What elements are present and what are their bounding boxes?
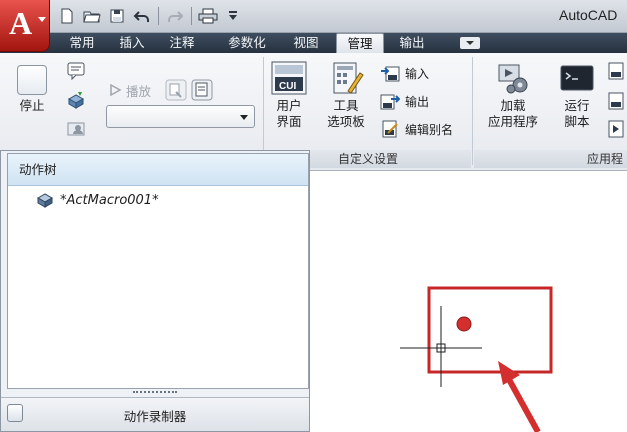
- cursor-crosshair-icon: [400, 306, 482, 387]
- svg-text:A: A: [9, 6, 32, 40]
- autocad-window: AutoCAD A 常用 插入 注释 参数化 视图 管理 输出 停止 播放 CU…: [0, 0, 627, 432]
- load-application-icon: [498, 64, 528, 94]
- tab-output[interactable]: 输出: [390, 33, 434, 53]
- highlight-box: [427, 286, 553, 374]
- app-title: AutoCAD: [559, 7, 618, 23]
- user-interface-button[interactable]: CUI 用户 界面: [268, 61, 310, 130]
- visual-lisp-button[interactable]: [607, 91, 625, 111]
- toolbar-separator: [191, 7, 192, 25]
- open-icon[interactable]: [81, 5, 103, 27]
- tab-manage[interactable]: 管理: [336, 33, 384, 53]
- new-icon[interactable]: [56, 5, 78, 27]
- edit-aliases-label: 编辑别名: [405, 122, 454, 137]
- edit-aliases-icon: [382, 120, 398, 138]
- tool-palettes-label-line1: 工具: [333, 98, 359, 113]
- action-recorder-palette: 动作树 *ActMacro001* 动作录制器: [0, 150, 310, 432]
- applications-panel-title[interactable]: 应用程: [474, 150, 627, 168]
- tab-home[interactable]: 常用: [60, 33, 104, 53]
- play-button[interactable]: 播放: [108, 79, 213, 101]
- run-vba-macro-icon: [608, 120, 624, 138]
- vba-manager-icon: [608, 62, 624, 80]
- run-script-label-line1: 运行: [564, 98, 590, 113]
- red-dot-marker: [456, 316, 472, 332]
- plot-icon[interactable]: [197, 5, 219, 27]
- panel-separator: [472, 57, 473, 165]
- qat-dropdown-icon[interactable]: [222, 5, 244, 27]
- request-input-button[interactable]: [66, 90, 86, 110]
- run-script-label-line2: 脚本: [564, 114, 590, 129]
- manage-macros-icon[interactable]: [191, 79, 213, 101]
- macro-icon: [36, 193, 54, 208]
- ribbon-minimize-toggle[interactable]: [460, 37, 480, 49]
- tab-parametric[interactable]: 参数化: [216, 33, 278, 53]
- edit-aliases-button[interactable]: 编辑别名: [380, 119, 453, 139]
- drawing-area[interactable]: [310, 171, 627, 432]
- tool-palettes-button[interactable]: 工具 选项板: [322, 61, 370, 130]
- user-interface-label-line1: 用户: [276, 98, 302, 113]
- ribbon-tab-bar: 常用 插入 注释 参数化 视图 管理 输出: [0, 33, 627, 53]
- load-application-label-line2: 应用程序: [487, 114, 538, 129]
- macro-dropdown[interactable]: [106, 105, 255, 128]
- undo-icon[interactable]: [131, 5, 153, 27]
- play-icon: [110, 83, 122, 97]
- redo-icon[interactable]: [164, 5, 186, 27]
- tool-palettes-icon: [333, 62, 364, 94]
- chevron-down-icon: [38, 17, 46, 22]
- export-label: 输出: [405, 94, 430, 109]
- action-tree-header: 动作树: [8, 154, 308, 186]
- insert-message-button[interactable]: [66, 61, 86, 81]
- chevron-down-icon: [240, 115, 248, 120]
- run-vba-macro-button[interactable]: [607, 119, 625, 139]
- autocad-app-icon: A: [9, 6, 32, 40]
- run-script-button[interactable]: 运行 脚本: [557, 61, 597, 130]
- tool-palettes-label-line2: 选项板: [327, 114, 365, 129]
- vba-manager-button[interactable]: [607, 61, 625, 81]
- stop-label: 停止: [19, 98, 45, 113]
- cui-icon: CUI: [271, 61, 307, 95]
- action-tree-panel: 动作树 *ActMacro001*: [7, 153, 309, 389]
- macro-name: *ActMacro001*: [60, 192, 159, 208]
- palette-title: 动作录制器: [123, 409, 187, 424]
- export-icon: [380, 94, 400, 110]
- message-icon: [67, 62, 85, 81]
- toolbar-separator: [158, 7, 159, 25]
- import-icon: [381, 66, 400, 82]
- base-point-icon: [67, 122, 85, 136]
- play-label: 播放: [126, 83, 152, 99]
- tab-insert[interactable]: 插入: [110, 33, 154, 53]
- save-icon[interactable]: [106, 5, 128, 27]
- base-point-button[interactable]: [66, 119, 86, 139]
- tab-view[interactable]: 视图: [284, 33, 328, 53]
- export-button[interactable]: 输出: [380, 91, 429, 111]
- user-interface-label-line2: 界面: [276, 114, 302, 129]
- run-script-icon: [560, 65, 594, 91]
- import-label: 输入: [405, 66, 430, 81]
- action-tree-item[interactable]: *ActMacro001*: [36, 192, 159, 208]
- request-input-icon: [67, 92, 85, 109]
- drawing-canvas: [400, 286, 553, 432]
- import-button[interactable]: 输入: [380, 63, 429, 83]
- load-application-button[interactable]: 加载 应用程序: [482, 61, 544, 130]
- stop-button[interactable]: 停止: [17, 65, 47, 114]
- load-application-label-line1: 加载: [500, 98, 526, 113]
- palette-title-bar[interactable]: 动作录制器: [1, 397, 309, 431]
- tab-annotate[interactable]: 注释: [160, 33, 204, 53]
- preferences-icon[interactable]: [165, 79, 187, 101]
- svg-text:CUI: CUI: [279, 81, 296, 92]
- title-bar: AutoCAD: [0, 0, 627, 33]
- application-menu-button[interactable]: A: [0, 0, 50, 52]
- stop-icon: [17, 65, 47, 95]
- visual-lisp-icon: [608, 92, 624, 110]
- quick-access-toolbar: [56, 4, 244, 28]
- panel-separator: [263, 57, 264, 165]
- resize-grip[interactable]: [1, 389, 309, 395]
